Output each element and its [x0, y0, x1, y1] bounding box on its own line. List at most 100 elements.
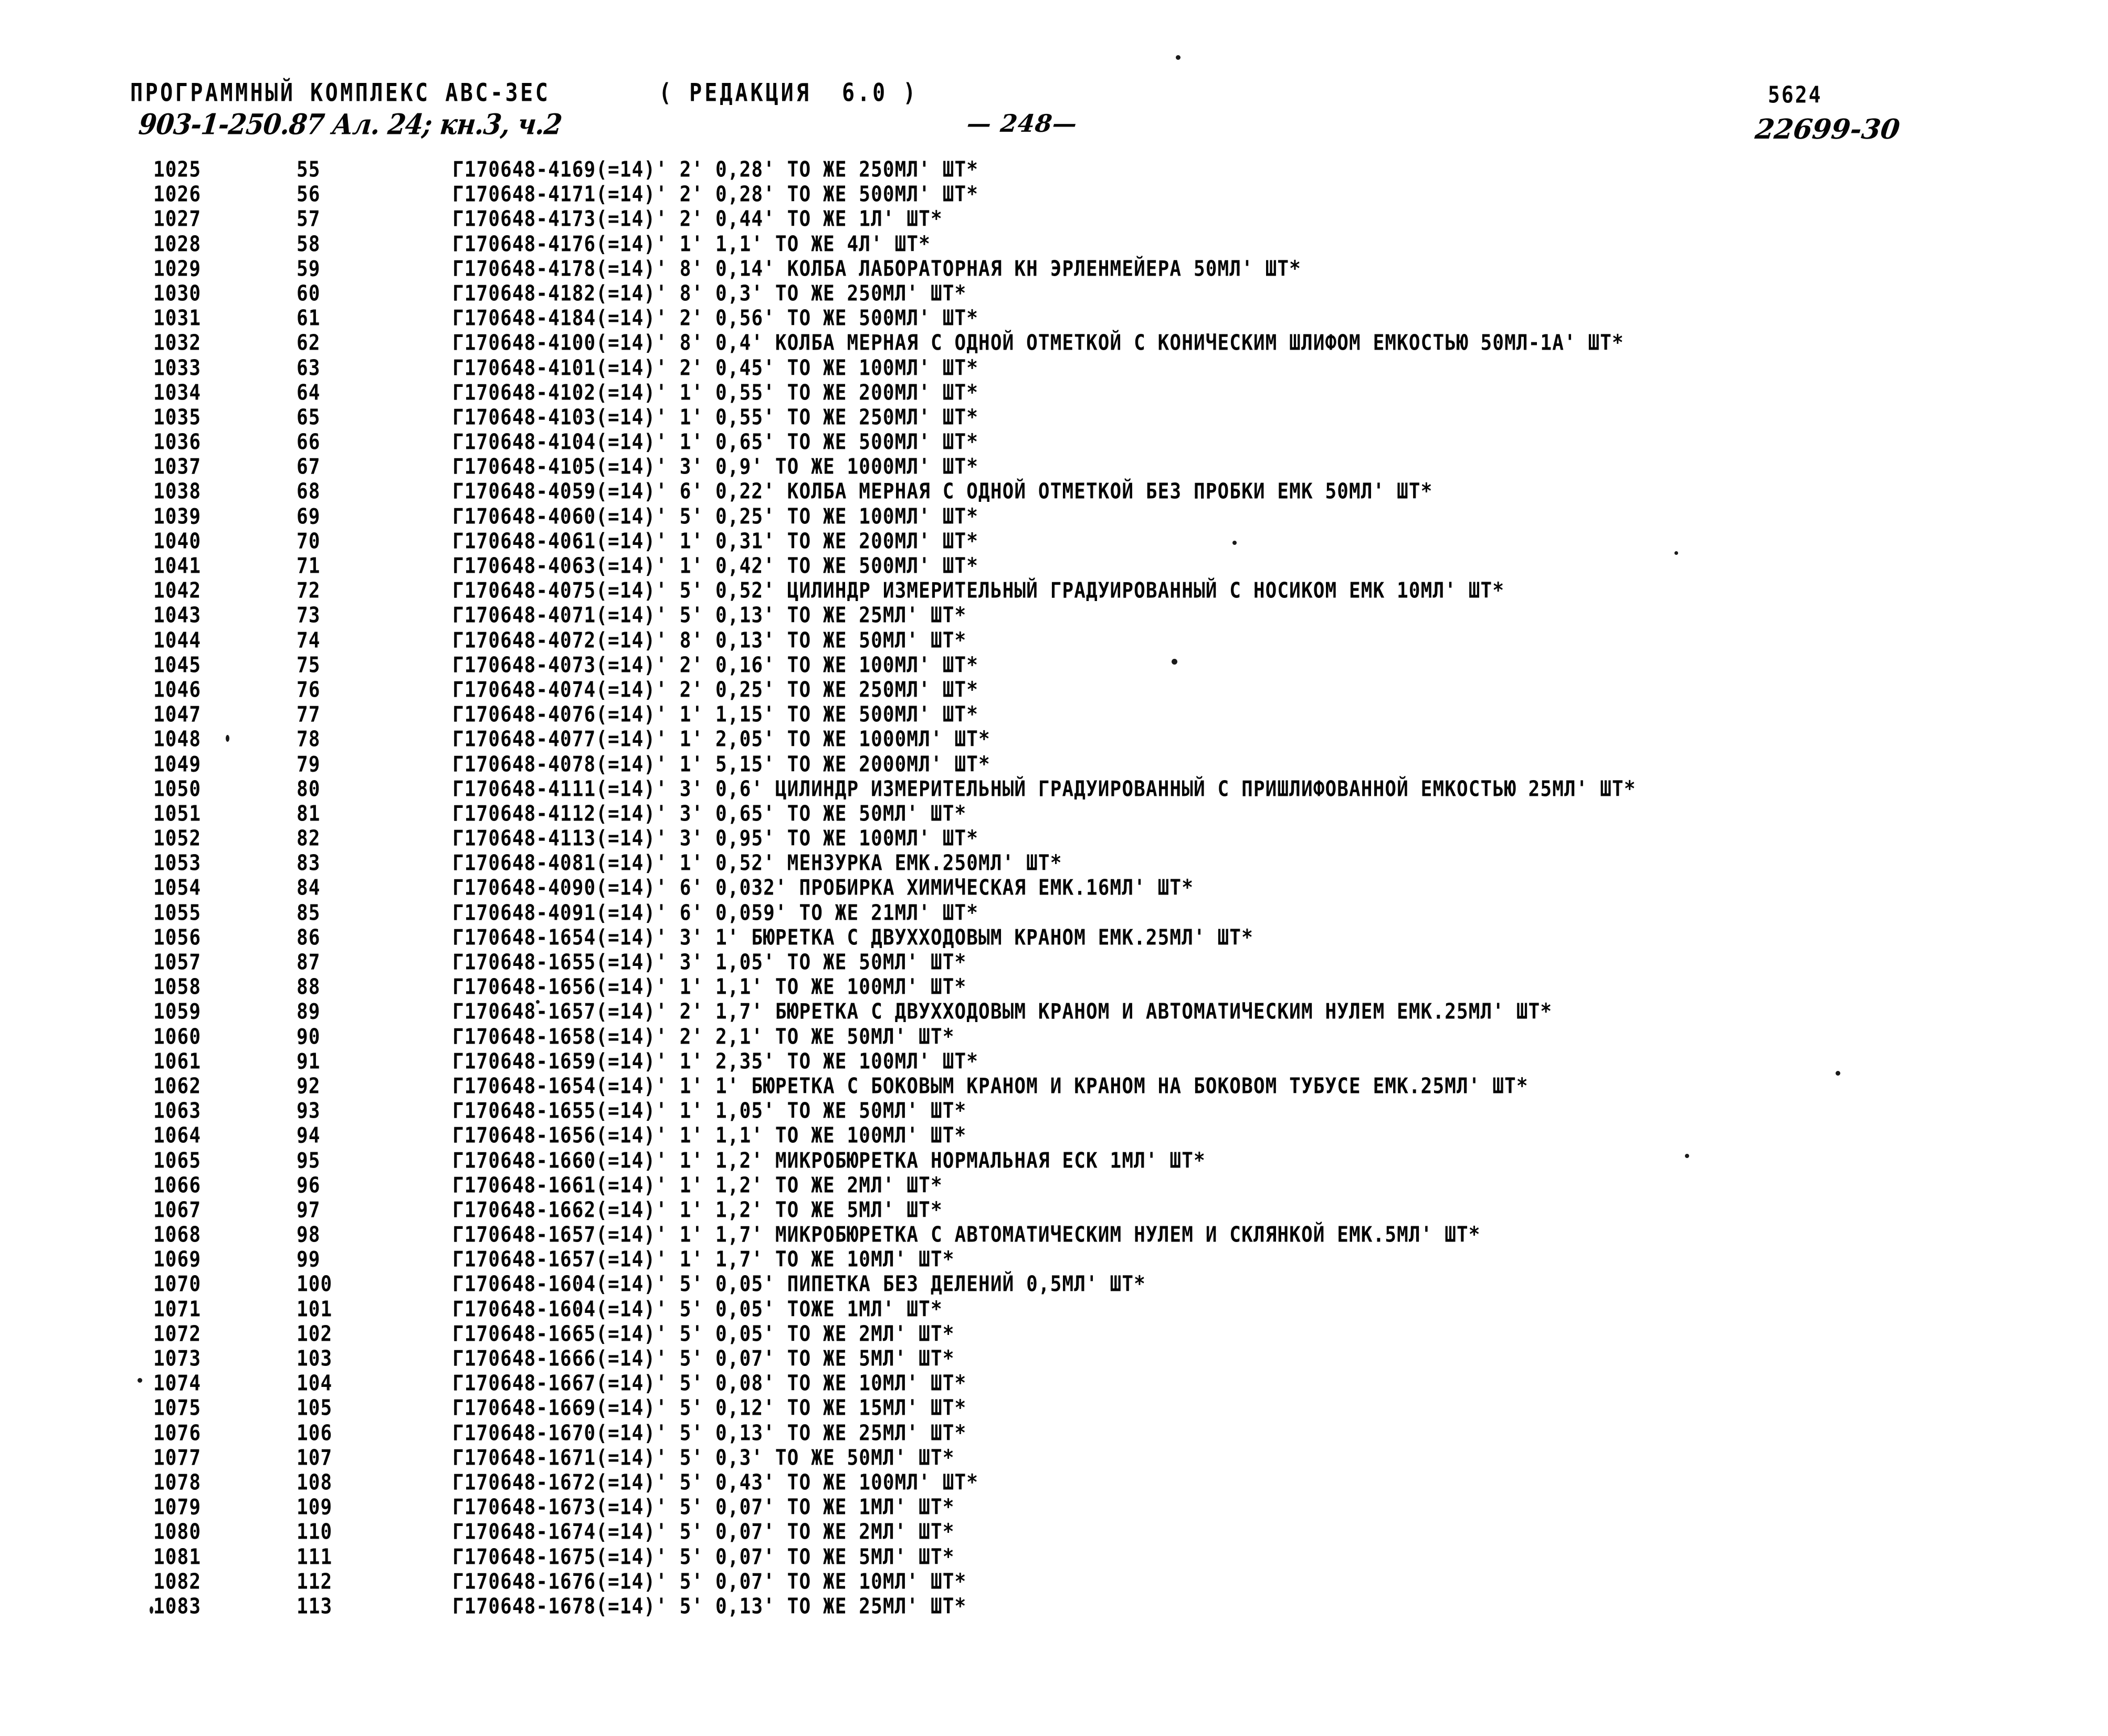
row-item-description: Г170648-4113(=14)' 3' 0,95' ТО ЖЕ 100МЛ'… — [452, 826, 979, 851]
row-item-description: Г170648-4104(=14)' 1' 0,65' ТО ЖЕ 500МЛ'… — [452, 430, 979, 455]
row-item-description: Г170648-4071(=14)' 5' 0,13' ТО ЖЕ 25МЛ' … — [452, 603, 967, 628]
listing-row: 1081 111 Г170648-1675(=14)' 5' 0,07' ТО ЖЕ… — [0, 1545, 2108, 1573]
row-sequence-number: 1047 — [153, 702, 202, 727]
row-position-number: 78 — [297, 727, 321, 752]
row-position-number: 82 — [297, 826, 321, 851]
row-sequence-number: 1081 — [153, 1544, 202, 1570]
listing-row: 1033 63 Г170648-4101(=14)' 2' 0,45' ТО ЖЕ … — [0, 356, 2108, 384]
row-position-number: 100 — [297, 1272, 333, 1297]
listing-row: 1056 86 Г170648-1654(=14)' 3' 1' БЮРЕТКА С… — [0, 925, 2108, 954]
listing-row: 1068 98 Г170648-1657(=14)' 1' 1,7' МИКРОБЮ… — [0, 1223, 2108, 1251]
listing-row: 1043 73 Г170648-4071(=14)' 5' 0,13' ТО ЖЕ … — [0, 603, 2108, 632]
listing-row: 1054 84 Г170648-4090(=14)' 6' 0,032' ПРОБИ… — [0, 876, 2108, 904]
listing-row: 1037 67 Г170648-4105(=14)' 3' 0,9' ТО ЖЕ 1… — [0, 455, 2108, 483]
row-item-description: Г170648-4184(=14)' 2' 0,56' ТО ЖЕ 500МЛ'… — [452, 306, 979, 331]
row-item-description: Г170648-1674(=14)' 5' 0,07' ТО ЖЕ 2МЛ' Ш… — [452, 1520, 955, 1545]
row-position-number: 56 — [297, 182, 321, 207]
row-sequence-number: 1053 — [153, 851, 202, 876]
row-position-number: 70 — [297, 529, 321, 554]
row-sequence-number: 1035 — [153, 405, 202, 430]
row-position-number: 110 — [297, 1520, 333, 1545]
row-sequence-number: 1062 — [153, 1074, 202, 1099]
row-item-description: Г170648-4061(=14)' 1' 0,31' ТО ЖЕ 200МЛ'… — [452, 529, 979, 554]
listing-row: 1049 79 Г170648-4078(=14)' 1' 5,15' ТО ЖЕ … — [0, 752, 2108, 781]
listing-row: 1041 71 Г170648-4063(=14)' 1' 0,42' ТО ЖЕ … — [0, 554, 2108, 582]
scan-speckle — [226, 735, 229, 742]
listing-row: 1072 102 Г170648-1665(=14)' 5' 0,05' ТО ЖЕ… — [0, 1322, 2108, 1350]
listing-row: 1069 99 Г170648-1657(=14)' 1' 1,7' ТО ЖЕ 1… — [0, 1247, 2108, 1276]
listing-row: 1064 94 Г170648-1656(=14)' 1' 1,1' ТО ЖЕ 1… — [0, 1123, 2108, 1152]
row-position-number: 68 — [297, 479, 321, 504]
listing-row: 1034 64 Г170648-4102(=14)' 1' 0,55' ТО ЖЕ … — [0, 381, 2108, 409]
row-item-description: Г170648-4169(=14)' 2' 0,28' ТО ЖЕ 250МЛ'… — [452, 157, 979, 182]
row-item-description: Г170648-4081(=14)' 1' 0,52' МЕНЗУРКА ЕМК… — [452, 851, 1062, 876]
row-sequence-number: 1060 — [153, 1024, 202, 1049]
scan-speckle — [138, 1378, 142, 1383]
row-sequence-number: 1033 — [153, 355, 202, 381]
row-item-description: Г170648-4075(=14)' 5' 0,52' ЦИЛИНДР ИЗМЕ… — [452, 578, 1505, 603]
listing-row: 1071 101 Г170648-1604(=14)' 5' 0,05' ТОЖЕ … — [0, 1297, 2108, 1325]
listing-row: 1060 90 Г170648-1658(=14)' 2' 2,1' ТО ЖЕ 5… — [0, 1025, 2108, 1053]
listing-row: 1029 59 Г170648-4178(=14)' 8' 0,14' КОЛБА … — [0, 257, 2108, 285]
row-sequence-number: 1034 — [153, 380, 202, 405]
row-item-description: Г170648-4176(=14)' 1' 1,1' ТО ЖЕ 4Л' ШТ* — [452, 232, 931, 257]
row-sequence-number: 1054 — [153, 876, 202, 901]
row-item-description: Г170648-4182(=14)' 8' 0,3' ТО ЖЕ 250МЛ' … — [452, 281, 967, 306]
listing-row: 1031 61 Г170648-4184(=14)' 2' 0,56' ТО ЖЕ … — [0, 306, 2108, 334]
sheet-code: 5624 — [1768, 81, 1822, 108]
scan-speckle — [1176, 55, 1181, 60]
listing-row: 1065 95 Г170648-1660(=14)' 1' 1,2' МИКРОБЮ… — [0, 1149, 2108, 1177]
row-position-number: 60 — [297, 281, 321, 306]
row-item-description: Г170648-4103(=14)' 1' 0,55' ТО ЖЕ 250МЛ'… — [452, 405, 979, 430]
row-position-number: 88 — [297, 975, 321, 999]
row-item-description: Г170648-1673(=14)' 5' 0,07' ТО ЖЕ 1МЛ' Ш… — [452, 1495, 955, 1520]
row-item-description: Г170648-1657(=14)' 1' 1,7' ТО ЖЕ 10МЛ' Ш… — [452, 1247, 955, 1272]
row-position-number: 86 — [297, 925, 321, 950]
row-sequence-number: 1083 — [153, 1594, 202, 1619]
row-item-description: Г170648-1658(=14)' 2' 2,1' ТО ЖЕ 50МЛ' Ш… — [452, 1024, 955, 1049]
program-title: ПРОГРАММНЫЙ КОМПЛЕКС ABC-3EC — [130, 79, 551, 108]
row-item-description: Г170648-1678(=14)' 5' 0,13' ТО ЖЕ 25МЛ' … — [452, 1594, 967, 1619]
listing-row: 1042 72 Г170648-4075(=14)' 5' 0,52' ЦИЛИНД… — [0, 578, 2108, 607]
scan-speckle — [1836, 1071, 1840, 1076]
listing-row: 1044 74 Г170648-4072(=14)' 8' 0,13' ТО ЖЕ … — [0, 628, 2108, 657]
row-sequence-number: 1042 — [153, 578, 202, 603]
listing-row: 1058 88 Г170648-1656(=14)' 1' 1,1' ТО ЖЕ 1… — [0, 975, 2108, 1003]
row-sequence-number: 1050 — [153, 776, 202, 802]
row-sequence-number: 1074 — [153, 1371, 202, 1396]
row-sequence-number: 1070 — [153, 1272, 202, 1297]
row-item-description: Г170648-1655(=14)' 3' 1,05' ТО ЖЕ 50МЛ' … — [452, 950, 967, 975]
listing-row: 1046 76 Г170648-4074(=14)' 2' 0,25' ТО ЖЕ … — [0, 678, 2108, 706]
row-sequence-number: 1043 — [153, 603, 202, 628]
row-sequence-number: 1028 — [153, 232, 202, 257]
row-sequence-number: 1055 — [153, 900, 202, 925]
row-item-description: Г170648-1661(=14)' 1' 1,2' ТО ЖЕ 2МЛ' ШТ… — [452, 1173, 943, 1198]
row-position-number: 62 — [297, 331, 321, 356]
row-position-number: 61 — [297, 306, 321, 331]
row-item-description: Г170648-1669(=14)' 5' 0,12' ТО ЖЕ 15МЛ' … — [452, 1396, 967, 1421]
row-position-number: 92 — [297, 1074, 321, 1099]
row-position-number: 55 — [297, 157, 321, 182]
row-sequence-number: 1038 — [153, 479, 202, 504]
row-sequence-number: 1031 — [153, 306, 202, 331]
row-sequence-number: 1025 — [153, 157, 202, 182]
row-position-number: 83 — [297, 851, 321, 876]
row-item-description: Г170648-1666(=14)' 5' 0,07' ТО ЖЕ 5МЛ' Ш… — [452, 1346, 955, 1371]
row-sequence-number: 1064 — [153, 1123, 202, 1149]
row-item-description: Г170648-4112(=14)' 3' 0,65' ТО ЖЕ 50МЛ' … — [452, 801, 967, 826]
row-sequence-number: 1069 — [153, 1247, 202, 1272]
scan-speckle — [1674, 551, 1678, 555]
row-position-number: 87 — [297, 950, 321, 975]
scan-speckle — [1232, 541, 1237, 545]
row-item-description: Г170648-4059(=14)' 6' 0,22' КОЛБА МЕРНАЯ… — [452, 479, 1433, 504]
row-sequence-number: 1037 — [153, 455, 202, 479]
row-position-number: 93 — [297, 1099, 321, 1123]
listing-row: 1048 78 Г170648-4077(=14)' 1' 2,05' ТО ЖЕ … — [0, 727, 2108, 755]
listing-row: 1047 77 Г170648-4076(=14)' 1' 1,15' ТО ЖЕ … — [0, 702, 2108, 731]
row-sequence-number: 1044 — [153, 628, 202, 653]
row-position-number: 101 — [297, 1297, 333, 1322]
row-position-number: 113 — [297, 1594, 333, 1619]
row-sequence-number: 1057 — [153, 950, 202, 975]
row-position-number: 85 — [297, 900, 321, 925]
row-item-description: Г170648-1655(=14)' 1' 1,05' ТО ЖЕ 50МЛ' … — [452, 1099, 967, 1123]
